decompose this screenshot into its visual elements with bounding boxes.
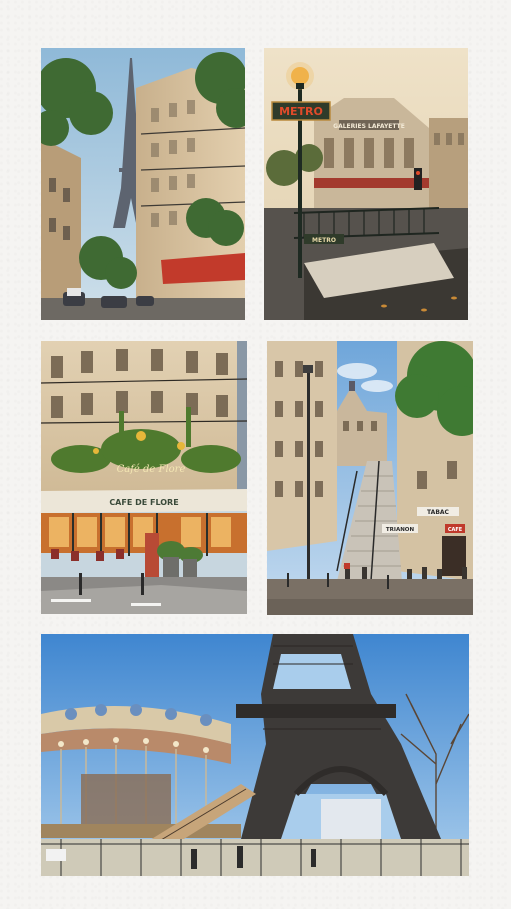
collage-page: GALERIES LAFAYETTE METRO METRO Café de F…	[0, 0, 511, 909]
photo-montmartre-stairs: TABAC TRIANON CAFE	[267, 341, 473, 615]
metro-sub-sign: METRO	[312, 237, 336, 244]
cafe-small-sign: CAFE	[448, 527, 463, 533]
photo-metro-entrance: GALERIES LAFAYETTE METRO METRO	[264, 48, 468, 320]
cafe-awning-sign: CAFE DE FLORE	[109, 498, 178, 507]
metro-sign: METRO	[279, 105, 323, 118]
photo-cafe-de-flore: Café de Flore CAFE DE FLORE	[41, 341, 247, 614]
tabac-sign: TABAC	[427, 509, 449, 516]
photo-eiffel-carousel	[41, 634, 469, 876]
galeries-sign: GALERIES LAFAYETTE	[333, 123, 405, 130]
cafe-script-sign: Café de Flore	[117, 464, 186, 475]
photo-eiffel-street	[41, 48, 245, 320]
trianon-sign: TRIANON	[386, 527, 415, 533]
